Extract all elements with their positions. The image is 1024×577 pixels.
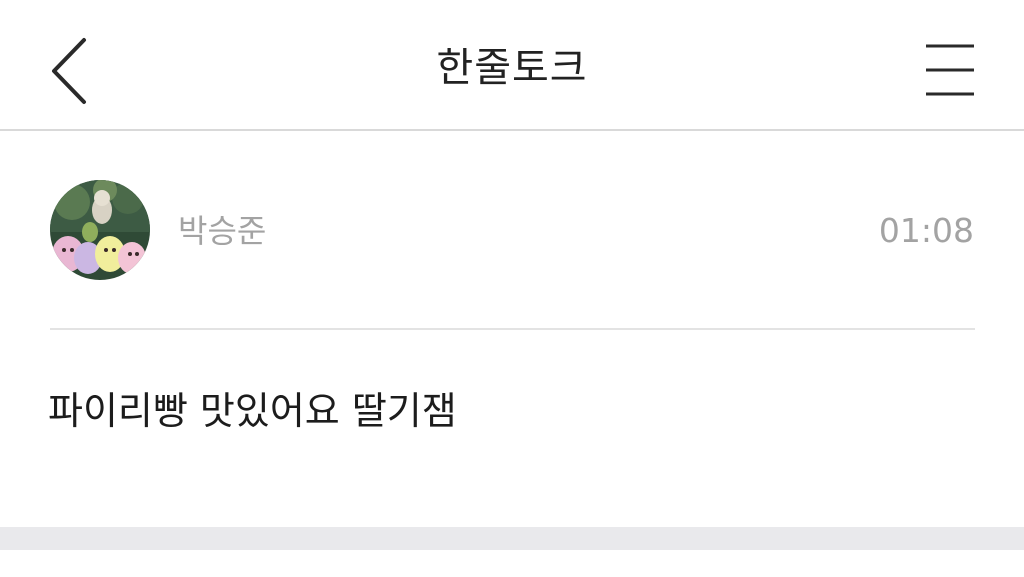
post-timestamp: 01:08 (878, 211, 974, 250)
section-separator (0, 527, 1024, 550)
screen: 한줄토크 박승준 01:08 파이리빵 맛있어요 딸기잼 (0, 0, 1024, 577)
author-name[interactable]: 박승준 (178, 207, 266, 255)
divider (50, 328, 975, 330)
message-text: 파이리빵 맛있어요 딸기잼 (48, 389, 457, 433)
post-header: 박승준 01:08 (0, 131, 1024, 329)
avatar-image (50, 180, 150, 280)
page-title: 한줄토크 (436, 45, 588, 91)
chevron-left-icon (52, 38, 86, 104)
avatar[interactable] (50, 180, 150, 280)
back-button[interactable] (44, 36, 96, 106)
hamburger-menu-icon (926, 44, 974, 96)
menu-button[interactable] (916, 38, 984, 100)
top-bar: 한줄토크 (0, 0, 1024, 131)
